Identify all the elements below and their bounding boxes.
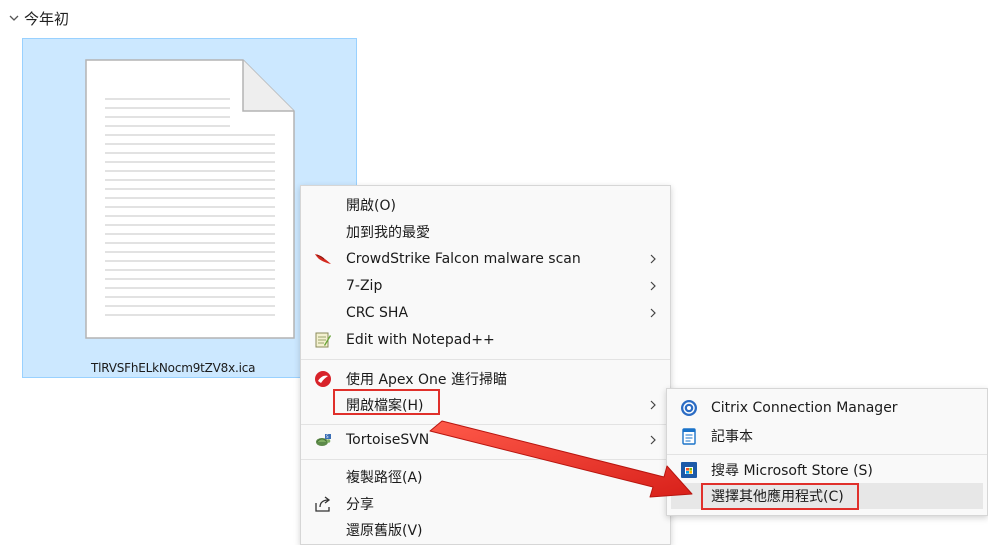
menu-item-share[interactable]: 分享 [301, 491, 670, 517]
falcon-icon [315, 254, 331, 264]
menu-item-open[interactable]: 開啟(O) [301, 192, 670, 218]
submenu-item-label: 搜尋 Microsoft Store (S) [711, 463, 873, 479]
menu-item-restore[interactable]: 還原舊版(V) [301, 517, 670, 543]
submenu-item-notepad[interactable]: 記事本 [667, 423, 987, 449]
menu-item-crc-sha[interactable]: CRC SHA [301, 300, 670, 326]
submenu-item-label: 記事本 [711, 429, 753, 445]
submenu-item-label: Citrix Connection Manager [711, 400, 898, 416]
menu-item-label: 分享 [346, 497, 374, 513]
menu-item-label: 還原舊版(V) [346, 523, 423, 539]
menu-item-label: 複製路徑(A) [346, 470, 423, 486]
menu-item-tortoisesvn[interactable]: S TortoiseSVN [301, 427, 670, 453]
apex-one-icon [315, 371, 331, 387]
chevron-right-icon [650, 400, 656, 410]
menu-item-add-favorite[interactable]: 加到我的最愛 [301, 219, 670, 245]
document-icon [85, 59, 295, 339]
highlight-box-open-with [333, 389, 440, 415]
highlight-box-choose-other [701, 483, 859, 510]
microsoft-store-icon [681, 462, 697, 478]
chevron-right-icon [650, 308, 656, 318]
menu-item-label: CRC SHA [346, 305, 409, 321]
menu-separator [301, 424, 670, 425]
notepadpp-icon [315, 332, 331, 348]
notepad-icon [682, 428, 696, 445]
submenu-item-citrix[interactable]: Citrix Connection Manager [667, 395, 987, 421]
menu-item-label: 開啟(O) [346, 198, 396, 214]
group-header-this-year[interactable]: 今年初 [8, 7, 69, 29]
chevron-right-icon [650, 435, 656, 445]
file-name-label: TlRVSFhELkNocm9tZV8x.ica [91, 361, 256, 375]
share-icon [315, 496, 331, 512]
menu-item-label: 7-Zip [346, 278, 383, 294]
chevron-right-icon [650, 281, 656, 291]
menu-item-7zip[interactable]: 7-Zip [301, 273, 670, 299]
group-title: 今年初 [24, 9, 70, 28]
context-menu: 開啟(O) 加到我的最愛 CrowdStrike Falcon malware … [300, 185, 671, 545]
menu-item-label: 使用 Apex One 進行掃瞄 [346, 372, 507, 388]
menu-item-notepadpp[interactable]: Edit with Notepad++ [301, 327, 670, 353]
menu-item-label: TortoiseSVN [346, 432, 430, 448]
menu-separator [301, 459, 670, 460]
chevron-down-icon [9, 15, 19, 21]
submenu-separator [667, 454, 987, 455]
menu-item-label: Edit with Notepad++ [346, 332, 495, 348]
tortoisesvn-icon: S [316, 434, 331, 446]
chevron-right-icon [650, 254, 656, 264]
citrix-icon [681, 400, 697, 416]
menu-item-label: CrowdStrike Falcon malware scan [346, 251, 581, 267]
menu-item-crowdstrike[interactable]: CrowdStrike Falcon malware scan [301, 246, 670, 272]
submenu-item-store[interactable]: 搜尋 Microsoft Store (S) [667, 457, 987, 483]
menu-item-copy-path[interactable]: 複製路徑(A) [301, 464, 670, 490]
menu-separator [301, 359, 670, 360]
menu-item-label: 加到我的最愛 [346, 225, 430, 241]
